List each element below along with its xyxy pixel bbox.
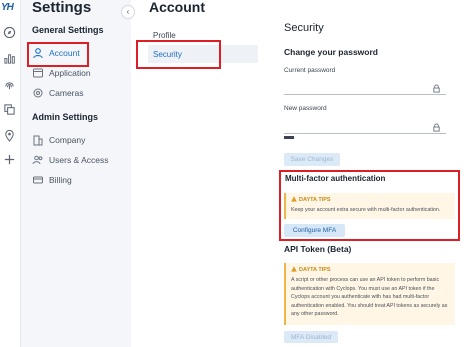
subnav-item-security[interactable]: Security xyxy=(148,45,258,63)
api-token-heading: API Token (Beta) xyxy=(284,244,352,254)
lock-icon xyxy=(432,84,441,93)
sidebar-item-label: Cameras xyxy=(49,87,84,98)
building-icon xyxy=(32,134,44,146)
new-password-label: New password xyxy=(284,105,327,112)
fingerprint-icon[interactable] xyxy=(3,78,16,91)
password-strength-indicator xyxy=(284,136,294,139)
tip-heading: DAYTA TIPS xyxy=(299,197,331,203)
sidebar-item-label: Account xyxy=(49,47,80,58)
sidebar-item-application[interactable]: Application xyxy=(29,63,124,82)
general-settings-heading: General Settings xyxy=(32,25,104,35)
plus-icon[interactable] xyxy=(3,153,16,166)
current-password-field[interactable] xyxy=(284,94,446,95)
sidebar-item-billing[interactable]: Billing xyxy=(29,170,124,189)
compass-icon[interactable] xyxy=(3,26,16,39)
layers-icon[interactable] xyxy=(3,103,16,116)
change-password-heading: Change your password xyxy=(284,47,378,57)
account-panel: Account Profile Security xyxy=(131,0,263,347)
application-icon xyxy=(32,67,44,79)
sidebar-item-label: Company xyxy=(49,134,86,145)
security-panel: Security Change your password Current pa… xyxy=(275,0,474,347)
subnav-item-profile[interactable]: Profile xyxy=(148,26,258,44)
api-token-tip: DAYTA TIPS A script or other process can… xyxy=(284,263,455,325)
save-changes-button[interactable]: Save Changes xyxy=(284,153,340,166)
camera-icon xyxy=(32,87,44,99)
mfa-heading: Multi-factor authentication xyxy=(285,174,386,183)
sidebar-item-label: Application xyxy=(49,67,91,78)
users-icon xyxy=(32,154,44,166)
settings-sidebar: Settings General Settings Account Applic… xyxy=(21,0,132,347)
settings-title: Settings xyxy=(32,0,92,16)
security-title: Security xyxy=(284,22,324,34)
warning-icon xyxy=(291,196,297,204)
mfa-tip: DAYTA TIPS Keep your account extra secur… xyxy=(284,193,455,219)
configure-mfa-button[interactable]: Configure MFA xyxy=(284,224,345,237)
tip-heading: DAYTA TIPS xyxy=(299,267,331,273)
sidebar-item-users-access[interactable]: Users & Access xyxy=(29,150,124,169)
bar-chart-icon[interactable] xyxy=(3,52,16,65)
app-logo[interactable]: YH xyxy=(1,2,14,13)
sidebar-item-cameras[interactable]: Cameras xyxy=(29,83,124,102)
lock-icon xyxy=(432,123,441,132)
warning-icon xyxy=(291,266,297,274)
sidebar-item-label: Billing xyxy=(49,174,72,185)
current-password-label: Current password xyxy=(284,67,336,74)
credit-card-icon xyxy=(32,174,44,186)
user-icon xyxy=(32,47,44,59)
map-pin-icon[interactable] xyxy=(3,129,16,142)
tip-text: A script or other process can use an API… xyxy=(291,277,448,317)
new-password-field[interactable] xyxy=(284,133,446,134)
icon-rail: YH xyxy=(0,0,21,347)
sidebar-item-company[interactable]: Company xyxy=(29,130,124,149)
sidebar-item-label: Users & Access xyxy=(49,154,109,165)
account-title: Account xyxy=(149,0,205,15)
mfa-disabled-button[interactable]: MFA Disabled xyxy=(284,331,338,343)
sidebar-item-account[interactable]: Account xyxy=(29,43,124,62)
collapse-sidebar-button[interactable]: ‹ xyxy=(121,5,135,19)
admin-settings-heading: Admin Settings xyxy=(32,112,99,122)
tip-text: Keep your account extra secure with mult… xyxy=(291,207,441,213)
